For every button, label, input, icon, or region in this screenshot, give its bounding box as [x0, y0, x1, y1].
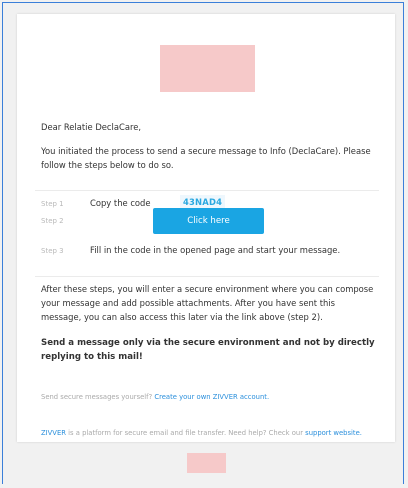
footer-text: is a platform for secure email and file … — [68, 429, 303, 437]
click-here-button[interactable]: Click here — [153, 208, 264, 234]
email-card: Dear Relatie DeclaCare, You initiated th… — [17, 14, 395, 442]
self-send-prefix: Send secure messages yourself? — [41, 393, 153, 401]
step-2-label: Step 2 — [41, 217, 64, 225]
zivver-brand-link[interactable]: ZIVVER — [41, 429, 66, 437]
self-send-line: Send secure messages yourself? Create yo… — [41, 393, 269, 401]
after-steps-text: After these steps, you will enter a secu… — [41, 284, 374, 322]
steps-divider-top — [35, 190, 379, 191]
step-1-label: Step 1 — [41, 200, 64, 208]
warning-text: Send a message only via the secure envir… — [41, 338, 375, 362]
steps-divider-bottom — [35, 276, 379, 277]
greeting-text: Dear Relatie DeclaCare, — [41, 122, 142, 132]
create-account-link[interactable]: Create your own ZIVVER account. — [154, 393, 269, 401]
footer-line: ZIVVER is a platform for secure email an… — [41, 429, 362, 437]
step-1-text: Copy the code — [90, 198, 151, 208]
sender-logo — [160, 45, 255, 92]
step-3-label: Step 3 — [41, 247, 64, 255]
verification-code: 43NAD4 — [180, 195, 226, 209]
footer-logo — [187, 453, 226, 473]
step-3-text: Fill in the code in the opened page and … — [90, 245, 341, 255]
intro-text: You initiated the process to send a secu… — [41, 146, 371, 170]
support-website-link[interactable]: support website. — [305, 429, 362, 437]
